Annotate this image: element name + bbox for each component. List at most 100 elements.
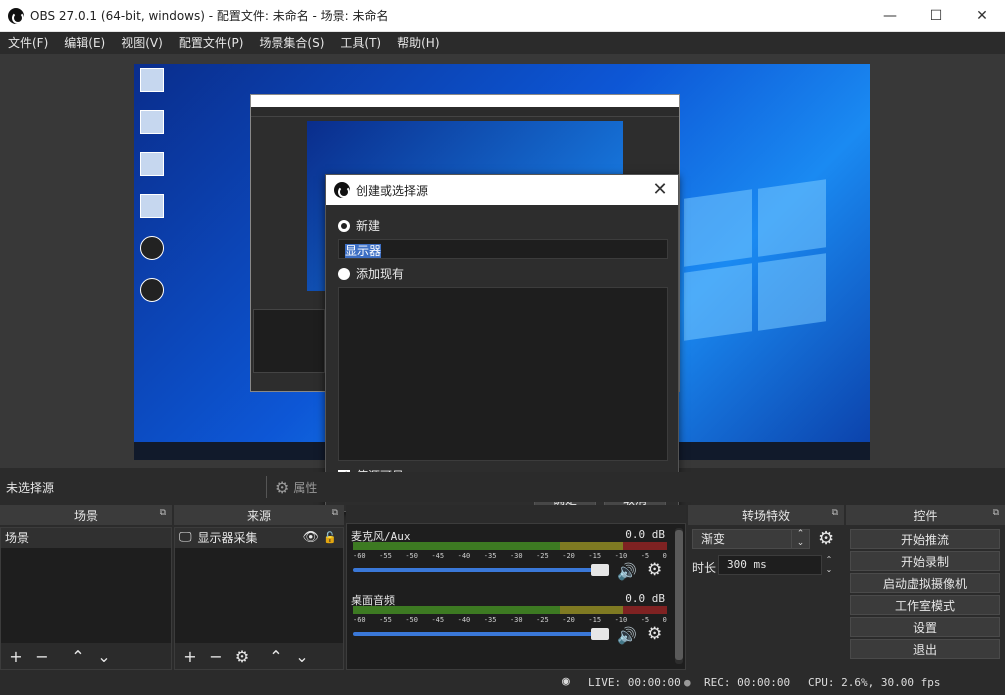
scene-item[interactable]: 场景 — [1, 528, 171, 548]
settings-button[interactable]: 设置 — [850, 617, 1000, 637]
rec-time: REC: 00:00:00 — [704, 676, 791, 689]
sources-list[interactable]: 🖵 显示器采集 👁 🔓 + − ⚙ ⌃ ⌄ — [174, 527, 344, 670]
float-dock-icon[interactable]: ⧉ — [993, 508, 999, 518]
add-icon[interactable]: + — [179, 645, 201, 667]
sources-dock: 来源 ⧉ 🖵 显示器采集 👁 🔓 + − ⚙ ⌃ ⌄ — [174, 505, 344, 670]
add-icon[interactable]: + — [5, 645, 27, 667]
menu-edit[interactable]: 编辑(E) — [56, 32, 113, 54]
track-db: 0.0 dB — [625, 528, 665, 541]
obs-shortcut-icon — [140, 278, 164, 302]
remove-icon[interactable]: − — [31, 645, 53, 667]
transition-selected: 渐变 — [701, 532, 726, 546]
dialog-titlebar: 创建或选择源 ✕ — [326, 175, 678, 205]
gear-icon: ⚙ — [275, 477, 290, 497]
radio-unchecked-icon — [338, 267, 350, 280]
menu-scene-collection[interactable]: 场景集合(S) — [251, 32, 332, 54]
rec-dot-icon: ● — [684, 676, 691, 689]
minimize-button[interactable]: — — [867, 0, 913, 32]
mixer-body: 麦克风/Aux 0.0 dB -60 -55 -50 -45 -40 -35 -30 -25-… — [346, 523, 686, 670]
float-dock-icon[interactable]: ⧉ — [160, 508, 166, 518]
duration-input[interactable]: 300 ms — [718, 555, 822, 575]
mixer-track-mic: 麦克风/Aux 0.0 dB -60 -55 -50 -45 -40 -35 -30 -25-… — [351, 528, 669, 581]
existing-sources-list[interactable] — [338, 287, 668, 461]
start-virtual-camera-button[interactable]: 启动虚拟摄像机 — [850, 573, 1000, 593]
transition-select[interactable]: 渐变 ⌃ ⌄ — [692, 529, 810, 549]
volume-slider[interactable] — [353, 628, 609, 640]
obs-shortcut-icon — [140, 236, 164, 260]
volume-meter — [353, 606, 667, 614]
duration-spinner[interactable]: ⌃ ⌄ — [822, 555, 836, 575]
recycle-bin-icon — [140, 68, 164, 92]
create-select-source-dialog: 创建或选择源 ✕ 新建 显示器 添加现有 ✔ 使源可见 确定 取消 — [325, 174, 679, 512]
scenes-list[interactable]: 场景 + − ⌃ ⌄ — [0, 527, 172, 670]
radio-checked-icon — [338, 219, 350, 232]
start-streaming-button[interactable]: 开始推流 — [850, 529, 1000, 549]
status-bar: ◉ LIVE: 00:00:00 ● REC: 00:00:00 CPU: 2.… — [0, 670, 1005, 695]
eye-icon[interactable]: 👁 — [302, 528, 319, 548]
controls-title: 控件 — [913, 508, 938, 523]
menu-view[interactable]: 视图(V) — [113, 32, 171, 54]
slider-handle[interactable] — [591, 564, 609, 576]
menu-file[interactable]: 文件(F) — [0, 32, 56, 54]
chevron-up-down-icon: ⌃ ⌄ — [791, 530, 809, 548]
transitions-dock: 转场特效 ⧉ 渐变 ⌃ ⌄ ⚙ 时长 300 ms ⌃ ⌄ — [688, 505, 844, 670]
start-recording-button[interactable]: 开始录制 — [850, 551, 1000, 571]
window-title: OBS 27.0.1 (64-bit, windows) - 配置文件: 未命名… — [30, 9, 389, 23]
mixer-track-desktop: 桌面音频 0.0 dB -60 -55 -50 -45 -40 -35 -30 -25 -20-… — [351, 592, 669, 645]
volume-meter — [353, 542, 667, 550]
dialog-close-button[interactable]: ✕ — [650, 180, 670, 200]
mixer-scrollbar[interactable] — [675, 528, 683, 664]
menu-tools[interactable]: 工具(T) — [332, 32, 389, 54]
move-up-icon[interactable]: ⌃ — [67, 645, 89, 667]
add-existing-label: 添加现有 — [356, 267, 405, 281]
menu-bar: 文件(F) 编辑(E) 视图(V) 配置文件(P) 场景集合(S) 工具(T) … — [0, 32, 1005, 54]
transitions-title: 转场特效 — [741, 508, 790, 523]
source-name-input[interactable]: 显示器 — [338, 239, 668, 259]
gear-icon[interactable]: ⚙ — [818, 528, 834, 549]
create-new-label: 新建 — [356, 219, 381, 233]
mixer-dock: 麦克风/Aux 0.0 dB -60 -55 -50 -45 -40 -35 -30 -25-… — [346, 505, 686, 670]
float-dock-icon[interactable]: ⧉ — [332, 508, 338, 518]
exit-button[interactable]: 退出 — [850, 639, 1000, 659]
source-item[interactable]: 🖵 显示器采集 👁 🔓 — [175, 528, 343, 548]
meter-scale: -60 -55 -50 -45 -40 -35 -30 -25 -20 -15 -10 -5 0 — [353, 552, 667, 560]
source-item-label: 显示器采集 — [197, 531, 258, 545]
cpu-fps: CPU: 2.6%, 30.00 fps — [808, 676, 941, 689]
move-up-icon[interactable]: ⌃ — [265, 645, 287, 667]
float-dock-icon[interactable]: ⧉ — [832, 508, 838, 518]
volume-slider[interactable] — [353, 564, 609, 576]
speaker-icon[interactable]: 🔊 — [617, 562, 637, 581]
close-window-button[interactable]: ✕ — [959, 0, 1005, 32]
lock-icon[interactable]: 🔓 — [323, 528, 337, 548]
folder-icon — [140, 194, 164, 218]
speaker-icon[interactable]: 🔊 — [617, 626, 637, 645]
slider-handle[interactable] — [591, 628, 609, 640]
maximize-button[interactable]: ☐ — [913, 0, 959, 32]
source-toolbar: 未选择源 ⚙ 属性 — [0, 472, 1005, 502]
sources-title: 来源 — [246, 508, 271, 523]
obs-logo-icon — [8, 7, 24, 24]
sources-dock-header: 来源 ⧉ — [174, 505, 344, 525]
live-time: LIVE: 00:00:00 — [588, 676, 681, 689]
add-existing-radio[interactable]: 添加现有 — [338, 265, 404, 282]
remove-icon[interactable]: − — [205, 645, 227, 667]
window-titlebar: OBS 27.0.1 (64-bit, windows) - 配置文件: 未命名… — [0, 0, 1005, 32]
properties-button[interactable]: ⚙ 属性 — [266, 476, 317, 498]
scenes-footer: + − ⌃ ⌄ — [1, 643, 171, 669]
studio-mode-button[interactable]: 工作室模式 — [850, 595, 1000, 615]
menu-profile[interactable]: 配置文件(P) — [171, 32, 252, 54]
controls-dock: 控件 ⧉ 开始推流 开始录制 启动虚拟摄像机 工作室模式 设置 退出 — [846, 505, 1005, 670]
no-source-selected-label: 未选择源 — [6, 480, 55, 495]
move-down-icon[interactable]: ⌄ — [93, 645, 115, 667]
move-down-icon[interactable]: ⌄ — [291, 645, 313, 667]
gear-icon[interactable]: ⚙ — [647, 624, 662, 644]
monitor-icon: 🖵 — [179, 530, 192, 545]
transitions-dock-header: 转场特效 ⧉ — [688, 505, 844, 525]
gear-icon[interactable]: ⚙ — [647, 560, 662, 580]
scenes-title: 场景 — [73, 508, 98, 523]
menu-help[interactable]: 帮助(H) — [389, 32, 447, 54]
scenes-dock-header: 场景 ⧉ — [0, 505, 172, 525]
create-new-radio[interactable]: 新建 — [338, 217, 380, 234]
gear-icon[interactable]: ⚙ — [231, 645, 253, 667]
scenes-dock: 场景 ⧉ 场景 + − ⌃ ⌄ — [0, 505, 172, 670]
